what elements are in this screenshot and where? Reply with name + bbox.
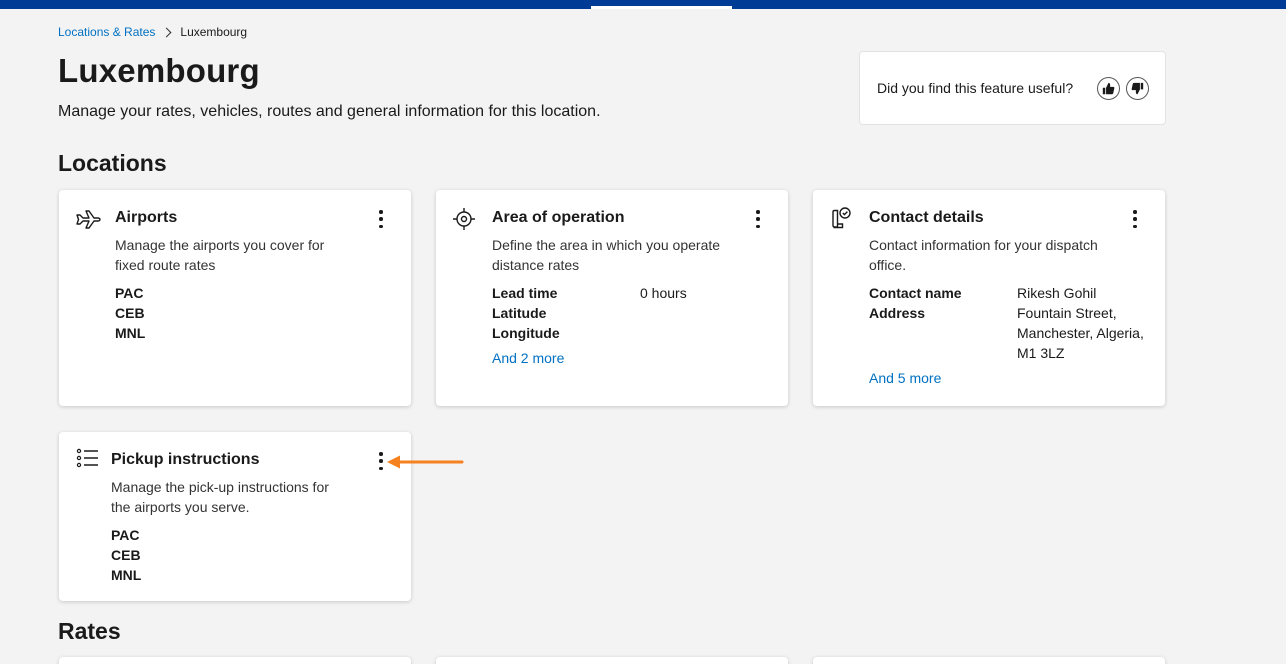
- thumbs-down-button[interactable]: [1126, 77, 1149, 100]
- airport-code: CEB: [115, 305, 145, 321]
- more-options-button[interactable]: [377, 210, 385, 228]
- detail-label: Longitude: [492, 325, 560, 341]
- area-details: Lead time 0 hours Latitude Longitude: [492, 283, 780, 343]
- more-options-button[interactable]: [754, 210, 762, 228]
- breadcrumb-current: Luxembourg: [180, 25, 248, 39]
- contact-name-value: Rikesh Gohil: [1017, 285, 1097, 301]
- airport-code: MNL: [115, 325, 146, 341]
- rates-card: [436, 657, 788, 664]
- detail-value: 0 hours: [640, 285, 687, 301]
- card-description: Define the area in which you operate dis…: [492, 237, 721, 273]
- crosshair-icon: [453, 208, 475, 230]
- breadcrumb: Locations & Rates Luxembourg: [58, 25, 247, 39]
- feedback-question: Did you find this feature useful?: [877, 80, 1074, 96]
- airport-code: PAC: [111, 527, 140, 543]
- card-description: Contact information for your dispatch of…: [869, 237, 1098, 273]
- card-description: Manage the pick-up instructions for the …: [111, 479, 329, 515]
- section-title-rates: Rates: [58, 618, 121, 644]
- page-description: Manage your rates, vehicles, routes and …: [58, 103, 601, 120]
- more-options-button[interactable]: [377, 452, 385, 470]
- show-more-link[interactable]: And 2 more: [492, 350, 564, 366]
- airplane-icon: [76, 210, 101, 229]
- rates-card: [813, 657, 1165, 664]
- page-title: Luxembourg: [58, 52, 260, 89]
- thumbs-down-icon: [1131, 82, 1144, 95]
- show-more-link[interactable]: And 5 more: [869, 370, 941, 386]
- thumbs-up-icon: [1102, 82, 1115, 95]
- airport-code: PAC: [115, 285, 144, 301]
- detail-value: [640, 323, 780, 343]
- detail-label: Latitude: [492, 305, 547, 321]
- breadcrumb-link-locations-rates[interactable]: Locations & Rates: [58, 25, 155, 39]
- airport-code: MNL: [111, 567, 142, 583]
- feedback-box: Did you find this feature useful?: [859, 51, 1166, 125]
- card-title: Pickup instructions: [111, 451, 260, 468]
- card-title: Airports: [115, 209, 178, 226]
- more-options-button[interactable]: [1131, 210, 1139, 228]
- section-title-locations: Locations: [58, 150, 167, 176]
- annotation-arrow-icon: [387, 455, 464, 469]
- rates-card: [59, 657, 411, 664]
- chevron-right-icon: [161, 27, 172, 37]
- card-description: Manage the airports you cover for fixed …: [115, 237, 325, 273]
- phone-check-icon: [832, 207, 851, 229]
- active-tab-indicator: [591, 6, 732, 9]
- airports-card: Airports Manage the airports you cover f…: [59, 190, 411, 406]
- area-of-operation-card: Area of operation Define the area in whi…: [436, 190, 788, 406]
- list-icon: [76, 448, 98, 468]
- detail-label: Lead time: [492, 285, 558, 301]
- address-value: Fountain Street, Manchester, Algeria, M1…: [1017, 305, 1144, 361]
- thumbs-up-button[interactable]: [1097, 77, 1120, 100]
- detail-label: Address: [869, 305, 926, 321]
- card-title: Area of operation: [492, 209, 625, 226]
- detail-label: Contact name: [869, 285, 962, 301]
- top-navigation-bar: [0, 0, 1286, 9]
- detail-value: [640, 303, 780, 323]
- contact-details: Contact name Rikesh Gohil Address Fountain…: [869, 283, 1157, 363]
- airport-code: CEB: [111, 547, 141, 563]
- airport-code-list: PAC CEB MNL: [111, 525, 141, 585]
- card-title: Contact details: [869, 209, 984, 226]
- contact-details-card: Contact details Contact information for …: [813, 190, 1165, 406]
- pickup-instructions-card: Pickup instructions Manage the pick-up i…: [59, 432, 411, 601]
- airport-code-list: PAC CEB MNL: [115, 283, 145, 343]
